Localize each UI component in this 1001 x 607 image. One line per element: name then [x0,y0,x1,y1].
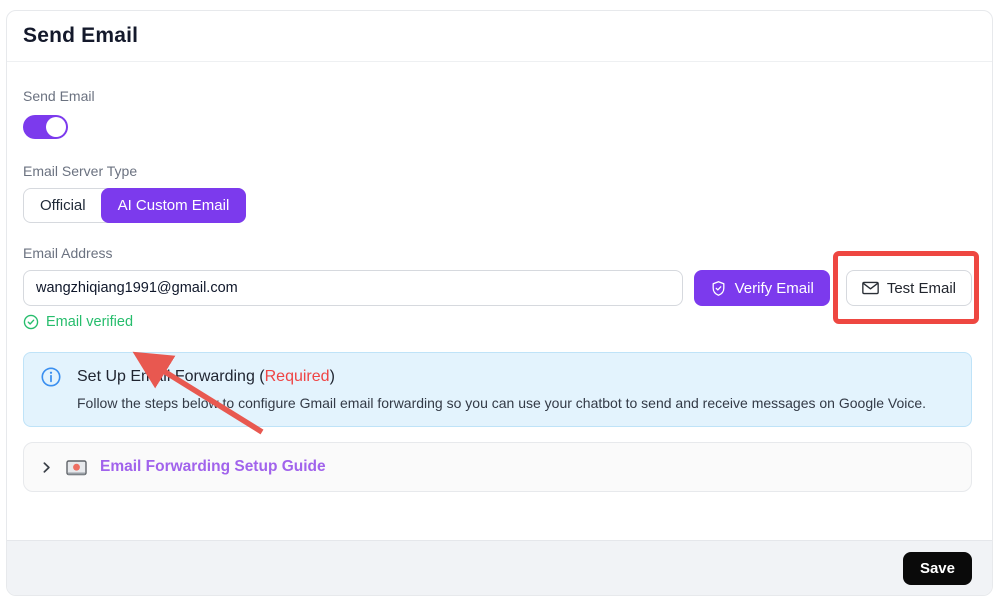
send-email-settings-card: Send Email Send Email Email Server Type … [6,10,993,596]
verify-email-label: Verify Email [735,280,814,297]
chevron-right-icon [40,461,53,474]
page-title: Send Email [23,24,970,48]
test-email-button[interactable]: Test Email [846,270,972,306]
save-button[interactable]: Save [903,552,972,585]
info-box-description: Follow the steps below to configure Gmai… [77,395,955,411]
email-address-row: Verify Email Test Email [23,270,972,306]
incoming-envelope-icon [66,459,87,476]
card-header: Send Email [7,11,992,62]
segment-official[interactable]: Official [24,189,102,222]
email-verified-text: Email verified [46,314,133,330]
email-address-input[interactable] [23,270,683,306]
info-circle-icon [40,366,62,388]
card-footer: Save [7,540,992,595]
send-email-toggle-label: Send Email [23,88,972,104]
email-server-type-label: Email Server Type [23,163,972,179]
guide-expander-label: Email Forwarding Setup Guide [100,458,326,476]
email-server-type-segmented-control: Official AI Custom Email [23,188,246,223]
required-badge: Required [265,368,330,385]
email-verified-status: Email verified [23,314,972,330]
email-forwarding-info-box: Set Up Email Forwarding (Required) Follo… [23,352,972,427]
email-forwarding-guide-expander[interactable]: Email Forwarding Setup Guide [23,442,972,492]
check-circle-icon [23,314,39,330]
shield-check-icon [710,280,727,297]
card-body: Send Email Email Server Type Official AI… [7,62,992,540]
toggle-knob [46,117,66,137]
verify-email-button[interactable]: Verify Email [694,270,830,306]
send-email-toggle[interactable] [23,115,68,139]
envelope-icon [862,281,879,295]
segment-ai-custom-email[interactable]: AI Custom Email [101,188,247,223]
test-email-label: Test Email [887,280,956,297]
info-box-title: Set Up Email Forwarding (Required) [77,368,335,386]
test-email-wrapper: Test Email [846,270,972,306]
email-address-label: Email Address [23,245,972,261]
